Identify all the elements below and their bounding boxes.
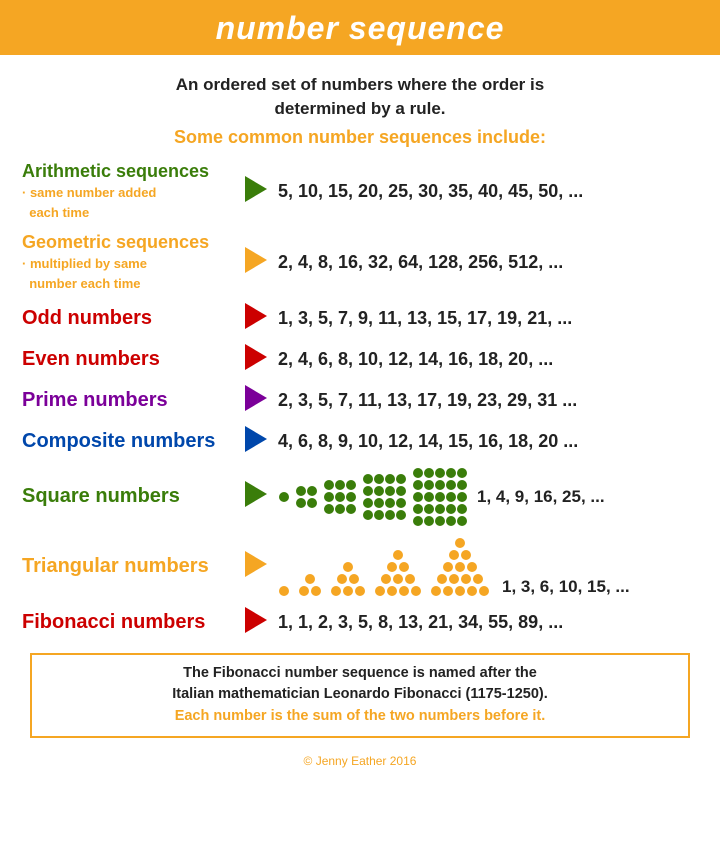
table-row: Odd numbers 1, 3, 5, 7, 9, 11, 13, 15, 1… — [18, 298, 702, 339]
tri-group-3 — [298, 573, 322, 597]
square-seq-text: 1, 4, 9, 16, 25, ... — [477, 487, 605, 507]
label-triangular: Triangular numbers — [18, 532, 238, 602]
table-row: Even numbers 2, 4, 6, 8, 10, 12, 14, 16,… — [18, 339, 702, 380]
triangle-red-icon — [245, 303, 267, 329]
label-geometric: Geometric sequences · multiplied by same… — [18, 227, 238, 298]
arrow-fibonacci — [238, 602, 274, 643]
arrow-arithmetic — [238, 156, 274, 227]
table-row: Square numbers — [18, 462, 702, 532]
seq-even: 2, 4, 6, 8, 10, 12, 14, 16, 18, 20, ... — [274, 339, 702, 380]
dot-group-16 — [362, 473, 406, 521]
dot-group-4 — [295, 485, 317, 509]
table-row: Arithmetic sequences · same number added… — [18, 156, 702, 227]
dot-group-9 — [323, 479, 356, 515]
triangle-blue-icon — [245, 426, 267, 452]
triangular-seq-text: 1, 3, 6, 10, 15, ... — [502, 577, 630, 597]
seq-odd: 1, 3, 5, 7, 9, 11, 13, 15, 17, 19, 21, .… — [274, 298, 702, 339]
seq-fibonacci: 1, 1, 2, 3, 5, 8, 13, 21, 34, 55, 89, ..… — [274, 602, 702, 643]
table-row: Composite numbers 4, 6, 8, 9, 10, 12, 14… — [18, 421, 702, 462]
footer: © Jenny Eather 2016 — [0, 750, 720, 774]
dot-group-25 — [412, 467, 467, 527]
table-row: Geometric sequences · multiplied by same… — [18, 227, 702, 298]
tri-group-1 — [278, 585, 290, 597]
label-composite: Composite numbers — [18, 421, 238, 462]
triangle-red3-icon — [245, 607, 267, 633]
arrow-geometric — [238, 227, 274, 298]
triangle-red2-icon — [245, 344, 267, 370]
table-row: Fibonacci numbers 1, 1, 2, 3, 5, 8, 13, … — [18, 602, 702, 643]
seq-square: 1, 4, 9, 16, 25, ... — [274, 462, 702, 532]
tri-group-15 — [430, 537, 490, 597]
label-even: Even numbers — [18, 339, 238, 380]
dot-group-1 — [278, 491, 289, 503]
sequences-table: Arithmetic sequences · same number added… — [18, 156, 702, 643]
triangle-green-icon — [245, 176, 267, 202]
common-heading: Some common number sequences include: — [18, 127, 702, 148]
arrow-triangular — [238, 532, 274, 602]
table-row: Prime numbers 2, 3, 5, 7, 11, 13, 17, 19… — [18, 380, 702, 421]
header: number sequence — [0, 0, 720, 55]
seq-geometric: 2, 4, 8, 16, 32, 64, 128, 256, 512, ... — [274, 227, 702, 298]
seq-arithmetic: 5, 10, 15, 20, 25, 30, 35, 40, 45, 50, .… — [274, 156, 702, 227]
arrow-composite — [238, 421, 274, 462]
triangle-green2-icon — [245, 481, 267, 507]
tri-group-6 — [330, 561, 366, 597]
arrow-prime — [238, 380, 274, 421]
seq-composite: 4, 6, 8, 9, 10, 12, 14, 15, 16, 18, 20 .… — [274, 421, 702, 462]
triangle-purple-icon — [245, 385, 267, 411]
main-content: An ordered set of numbers where the orde… — [0, 55, 720, 750]
definition: An ordered set of numbers where the orde… — [18, 73, 702, 121]
footnote-box: The Fibonacci number sequence is named a… — [30, 653, 690, 738]
label-fibonacci: Fibonacci numbers — [18, 602, 238, 643]
arrow-square — [238, 462, 274, 532]
arrow-odd — [238, 298, 274, 339]
seq-prime: 2, 3, 5, 7, 11, 13, 17, 19, 23, 29, 31 .… — [274, 380, 702, 421]
triangle-orange-icon — [245, 247, 267, 273]
table-row: Triangular numbers — [18, 532, 702, 602]
arrow-even — [238, 339, 274, 380]
triangle-orange2-icon — [245, 551, 267, 577]
label-odd: Odd numbers — [18, 298, 238, 339]
label-square: Square numbers — [18, 462, 238, 532]
tri-group-10 — [374, 549, 422, 597]
label-arithmetic: Arithmetic sequences · same number added… — [18, 156, 238, 227]
page-title: number sequence — [0, 10, 720, 47]
seq-triangular: 1, 3, 6, 10, 15, ... — [274, 532, 702, 602]
label-prime: Prime numbers — [18, 380, 238, 421]
